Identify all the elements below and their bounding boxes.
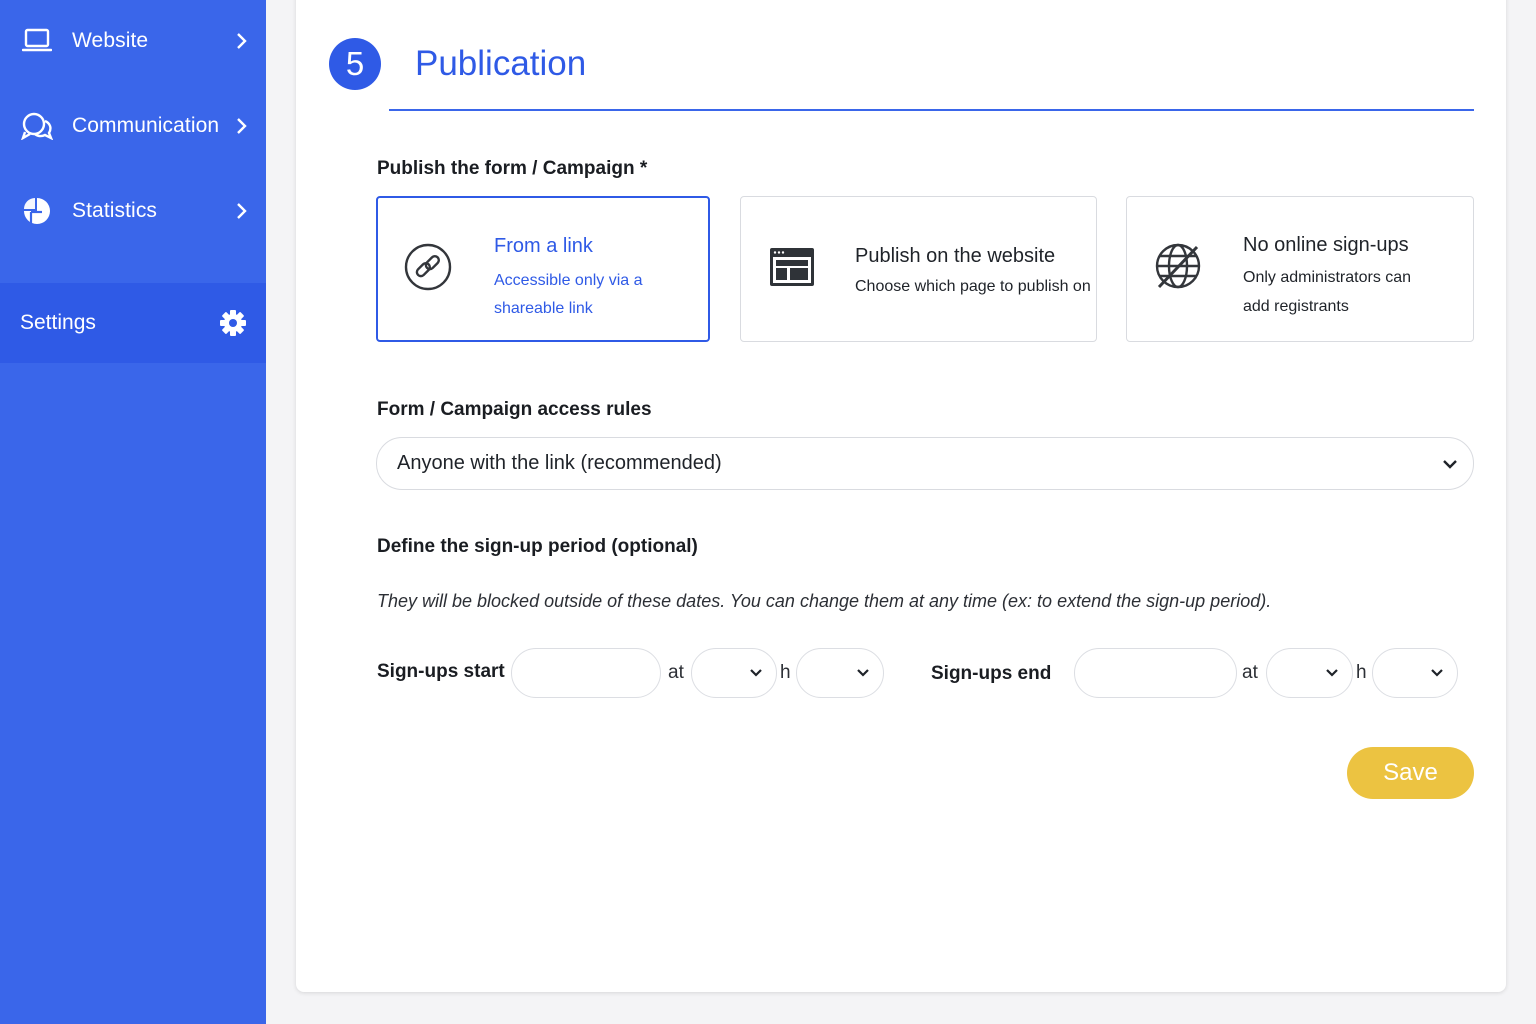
option-no-online-signups[interactable]: No online sign-ups Only administrators c…: [1126, 196, 1474, 342]
sidebar-item-settings[interactable]: Settings: [0, 283, 266, 363]
sidebar-item-statistics[interactable]: Statistics: [0, 181, 266, 241]
save-button[interactable]: Save: [1347, 747, 1474, 799]
sidebar-item-label: Statistics: [72, 199, 158, 222]
pie-chart-icon: [21, 195, 53, 227]
option-description: add registrants: [1243, 298, 1349, 315]
chevron-right-icon: [232, 32, 250, 50]
chevron-down-icon: [1441, 455, 1459, 473]
access-rules-select[interactable]: Anyone with the link (recommended): [376, 437, 1474, 490]
chevron-down-icon: [748, 665, 764, 681]
access-rules-label: Form / Campaign access rules: [377, 399, 652, 420]
chevron-down-icon: [855, 665, 871, 681]
signups-end-minute-select[interactable]: [1372, 648, 1458, 698]
browser-window-icon: [766, 241, 818, 293]
gear-icon: [218, 308, 248, 338]
link-icon: [402, 241, 454, 293]
signups-start-label: Sign-ups start: [377, 661, 505, 682]
publication-card: [296, 0, 1506, 992]
option-description: Accessible only via a: [494, 272, 643, 289]
laptop-icon: [21, 25, 53, 57]
option-publish-website[interactable]: Publish on the website Choose which page…: [740, 196, 1097, 342]
title-divider: [389, 109, 1474, 111]
access-rules-value: Anyone with the link (recommended): [397, 452, 722, 474]
signups-end-date-input[interactable]: [1074, 648, 1237, 698]
signups-start-hour-select[interactable]: [691, 648, 777, 698]
at-label: at: [1242, 662, 1258, 683]
sidebar-item-website[interactable]: Website: [0, 11, 266, 71]
globe-off-icon: [1152, 240, 1204, 292]
at-label: at: [668, 662, 684, 683]
signups-end-hour-select[interactable]: [1266, 648, 1353, 698]
option-description: shareable link: [494, 300, 593, 317]
h-label: h: [780, 662, 791, 683]
sidebar: Website Communication Statistics Setting…: [0, 0, 266, 1024]
h-label: h: [1356, 662, 1367, 683]
publish-label: Publish the form / Campaign *: [377, 158, 648, 179]
step-number-badge: 5: [329, 38, 381, 90]
signups-start-date-input[interactable]: [511, 648, 661, 698]
signup-period-hint: They will be blocked outside of these da…: [377, 591, 1272, 611]
sidebar-item-label: Website: [72, 29, 149, 52]
sidebar-item-label: Settings: [20, 311, 96, 334]
chevron-down-icon: [1429, 665, 1445, 681]
option-from-link[interactable]: From a link Accessible only via a sharea…: [376, 196, 710, 342]
option-title: Publish on the website: [855, 245, 1056, 267]
option-title: No online sign-ups: [1243, 234, 1409, 256]
page-title: Publication: [415, 44, 587, 83]
signups-end-label: Sign-ups end: [931, 663, 1052, 684]
signups-start-minute-select[interactable]: [796, 648, 884, 698]
chevron-down-icon: [1324, 665, 1340, 681]
option-title: From a link: [494, 235, 593, 257]
option-description: Choose which page to publish on: [855, 278, 1091, 295]
chat-bubbles-icon: [21, 110, 53, 142]
sidebar-item-label: Communication: [72, 114, 220, 137]
option-description: Only administrators can: [1243, 269, 1412, 286]
signup-period-label: Define the sign-up period (optional): [377, 536, 698, 557]
chevron-right-icon: [232, 202, 250, 220]
sidebar-item-communication[interactable]: Communication: [0, 96, 266, 156]
chevron-right-icon: [232, 117, 250, 135]
